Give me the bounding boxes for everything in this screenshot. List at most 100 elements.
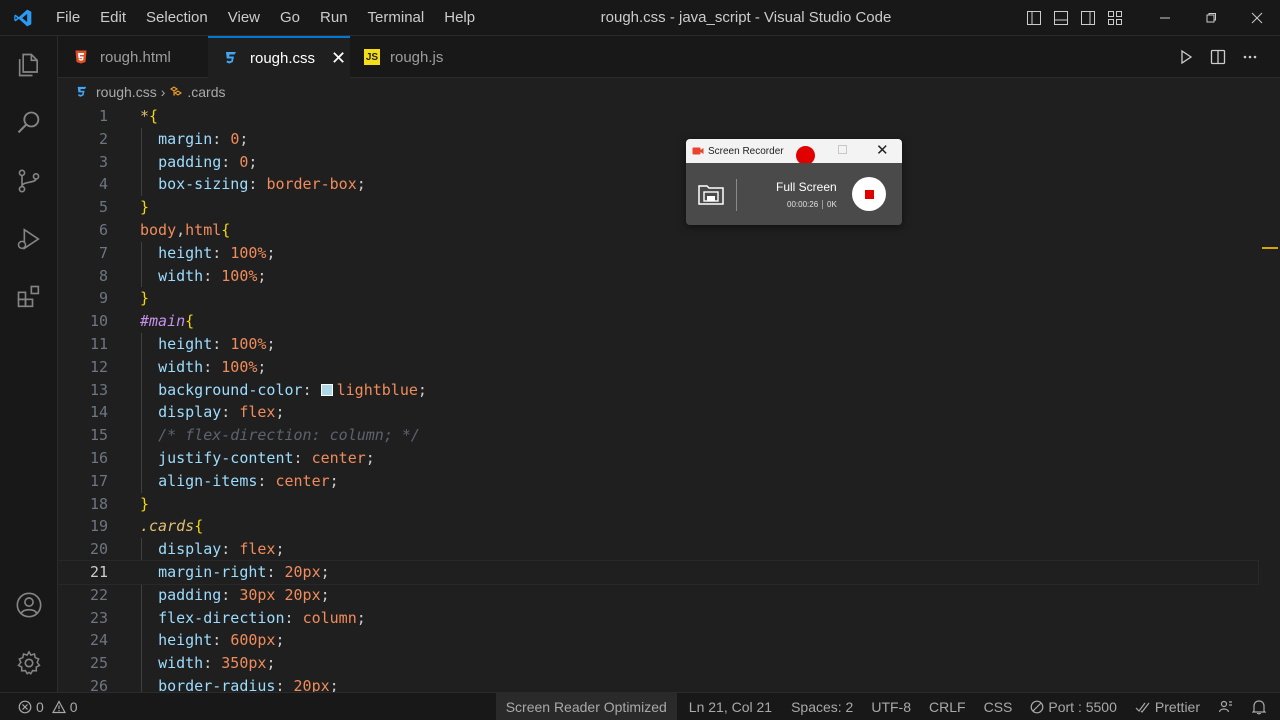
warning-icon (51, 699, 66, 714)
html-file-icon (72, 48, 90, 66)
manage-gear-icon[interactable] (0, 634, 58, 692)
code-line[interactable]: 6 body,html{ (58, 219, 1258, 242)
code-line[interactable]: 5} (58, 196, 1258, 219)
code-line[interactable]: 8 width: 100%; (58, 265, 1258, 288)
code-line[interactable]: 2 margin: 0; (58, 128, 1258, 151)
maximize-icon[interactable] (838, 145, 847, 154)
code-line[interactable]: 24 height: 600px; (58, 629, 1258, 652)
code-line[interactable]: 3 padding: 0; (58, 151, 1258, 174)
activity-bar (0, 36, 58, 692)
menu-edit[interactable]: Edit (90, 0, 136, 36)
recording-size: 0K (827, 200, 837, 209)
editor-tab-bar: rough.html rough.css ✕ JS rough.js (58, 36, 1280, 78)
live-server-port[interactable]: Port : 5500 (1021, 693, 1126, 720)
code-line[interactable]: 1 *{ (58, 105, 1258, 128)
check-all-icon (1135, 700, 1151, 714)
stop-icon (864, 189, 874, 199)
notifications-bell-icon[interactable] (1243, 693, 1280, 720)
menu-terminal[interactable]: Terminal (358, 0, 435, 36)
run-and-debug-icon[interactable] (0, 210, 58, 268)
cursor-position[interactable]: Ln 21, Col 21 (677, 693, 781, 720)
divider (736, 179, 737, 211)
divider (822, 200, 823, 209)
code-line[interactable]: 26 border-radius: 20px; (58, 675, 1258, 692)
overview-ruler-marker (1262, 247, 1278, 249)
search-icon[interactable] (0, 94, 58, 152)
breadcrumb-symbol[interactable]: .cards (187, 84, 225, 100)
code-line[interactable]: 14 display: flex; (58, 401, 1258, 424)
run-icon[interactable] (1170, 41, 1202, 73)
chevron-right-icon: › (160, 84, 166, 100)
code-line[interactable]: 7 height: 100%; (58, 242, 1258, 265)
no-entry-icon (1030, 700, 1044, 714)
prettier-label: Prettier (1154, 699, 1200, 715)
vscode-logo-icon (0, 0, 46, 36)
close-tab-icon[interactable]: ✕ (331, 48, 346, 69)
code-line[interactable]: 11 height: 100%; (58, 333, 1258, 356)
code-line[interactable]: 19 .cards{ (58, 515, 1258, 538)
code-line[interactable]: 16 justify-content: center; (58, 447, 1258, 470)
line-ending[interactable]: CRLF (920, 693, 975, 720)
code-line[interactable]: 18} (58, 493, 1258, 516)
language-mode[interactable]: CSS (975, 693, 1022, 720)
code-line[interactable]: 17 align-items: center; (58, 470, 1258, 493)
tab-rough-js[interactable]: JS rough.js (350, 36, 480, 78)
toggle-panel-icon[interactable] (1047, 0, 1074, 36)
toggle-secondary-sidebar-icon[interactable] (1074, 0, 1101, 36)
menu-file[interactable]: File (46, 0, 90, 36)
source-control-icon[interactable] (0, 152, 58, 210)
menu-go[interactable]: Go (270, 0, 310, 36)
screen-reader-mode[interactable]: Screen Reader Optimized (495, 693, 677, 720)
close-recorder-icon[interactable]: ✕ (876, 141, 889, 159)
menu-view[interactable]: View (218, 0, 270, 36)
encoding[interactable]: UTF-8 (862, 693, 920, 720)
code-line[interactable]: 20 display: flex; (58, 538, 1258, 561)
minimize-icon[interactable] (1142, 0, 1188, 36)
explorer-icon[interactable] (0, 36, 58, 94)
prettier-status[interactable]: Prettier (1126, 693, 1209, 720)
symbol-class-icon (169, 85, 183, 99)
color-swatch[interactable] (320, 383, 333, 396)
recorder-header[interactable]: Screen Recorder ✕ (686, 139, 902, 165)
tab-rough-html[interactable]: rough.html (58, 36, 208, 78)
code-line[interactable]: 12 width: 100%; (58, 356, 1258, 379)
breadcrumb: rough.css › .cards (58, 79, 1280, 105)
tab-label: rough.js (390, 48, 444, 66)
stop-recording-button[interactable] (852, 177, 886, 211)
code-line[interactable]: 15 /* flex-direction: column; */ (58, 424, 1258, 447)
js-file-icon: JS (364, 49, 380, 65)
code-line[interactable]: 23 flex-direction: column; (58, 607, 1258, 630)
close-window-icon[interactable] (1234, 0, 1280, 36)
accounts-icon[interactable] (0, 576, 58, 634)
code-line[interactable]: 25 width: 350px; (58, 652, 1258, 675)
tab-rough-css[interactable]: rough.css ✕ (208, 36, 350, 78)
warning-count[interactable]: 0 (70, 699, 78, 715)
accounts-feedback-icon[interactable] (1209, 693, 1243, 720)
more-actions-icon[interactable] (1234, 41, 1266, 73)
error-count[interactable]: 0 (36, 699, 44, 715)
code-line[interactable]: 13 background-color: lightblue; (58, 379, 1258, 402)
breadcrumb-file[interactable]: rough.css (96, 84, 157, 100)
toggle-primary-sidebar-icon[interactable] (1020, 0, 1047, 36)
screen-folder-icon[interactable] (698, 183, 724, 210)
code-line[interactable]: 4 box-sizing: border-box; (58, 173, 1258, 196)
code-line[interactable]: 9} (58, 287, 1258, 310)
menu-help[interactable]: Help (434, 0, 485, 36)
menu-selection[interactable]: Selection (136, 0, 218, 36)
restore-icon[interactable] (1188, 0, 1234, 36)
code-line[interactable]: 10 #main{ (58, 310, 1258, 333)
tab-label: rough.html (100, 48, 171, 66)
port-label: Port : 5500 (1048, 699, 1117, 715)
menu-run[interactable]: Run (310, 0, 358, 36)
status-bar: 0 0 Screen Reader Optimized Ln 21, Col 2… (0, 692, 1280, 720)
code-line[interactable]: 22 padding: 30px 20px; (58, 584, 1258, 607)
menu-bar: File Edit Selection View Go Run Terminal… (46, 0, 485, 36)
recorder-title: Screen Recorder (708, 145, 784, 157)
indentation[interactable]: Spaces: 2 (781, 693, 862, 720)
code-editor[interactable]: 1 *{ 2 margin: 0; 3 padding: 0; 4 box-siz… (58, 105, 1280, 692)
customize-layout-icon[interactable] (1101, 0, 1128, 36)
code-line-current[interactable]: 21 margin-right: 20px; (58, 560, 1259, 585)
extensions-icon[interactable] (0, 268, 58, 326)
camera-icon (692, 146, 704, 156)
split-editor-icon[interactable] (1202, 41, 1234, 73)
